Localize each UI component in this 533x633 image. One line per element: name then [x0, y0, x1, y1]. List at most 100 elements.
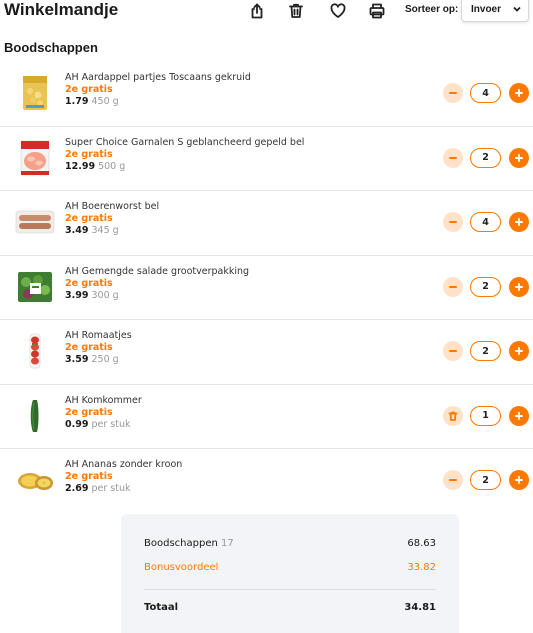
product-image[interactable] [14, 268, 56, 306]
quantity-stepper: 2 [443, 470, 531, 490]
sort-select-value: Invoer [471, 3, 502, 15]
plus-icon [515, 347, 523, 355]
summary-row-bonus: Bonusvoordeel 33.82 [144, 562, 436, 576]
minus-icon [449, 479, 457, 481]
summary-boodschappen-value: 68.63 [407, 538, 436, 549]
plus-icon [515, 89, 523, 97]
increase-button[interactable] [509, 470, 529, 490]
product-name[interactable]: AH Romaatjes [65, 330, 425, 342]
product-image[interactable] [14, 139, 56, 177]
quantity-input[interactable]: 4 [470, 83, 501, 103]
cart-item: AH Boerenworst bel 2e gratis 3.49 345 g … [0, 191, 533, 256]
quantity-stepper: 2 [443, 341, 531, 361]
sort-select[interactable]: Invoer [461, 0, 529, 22]
quantity-input[interactable]: 2 [470, 341, 501, 361]
trash-icon [448, 411, 458, 421]
decrease-button[interactable] [443, 212, 463, 232]
remove-item-button[interactable] [443, 405, 463, 426]
cart-item: AH Romaatjes 2e gratis 3.59 250 g 2 [0, 320, 533, 385]
summary-bonus-value: 33.82 [407, 562, 436, 573]
decrease-button[interactable] [443, 147, 463, 168]
promo-label: 2e gratis [65, 84, 113, 95]
cart-item: AH Gemengde salade grootverpakking 2e gr… [0, 256, 533, 320]
cart-item: AH Komkommer 2e gratis 0.99 per stuk 1 [0, 385, 533, 449]
product-image[interactable] [14, 461, 56, 499]
product-price: 1.79 [65, 96, 89, 107]
product-unit: 345 g [91, 225, 119, 236]
product-name[interactable]: AH Ananas zonder kroon [65, 459, 425, 471]
promo-label: 2e gratis [65, 148, 113, 160]
increase-button[interactable] [509, 83, 529, 103]
plus-icon [515, 218, 523, 226]
summary-bonus-label: Bonusvoordeel [144, 562, 219, 573]
promo-label: 2e gratis [65, 213, 113, 224]
product-unit: 250 g [91, 354, 119, 365]
summary-divider [144, 589, 436, 590]
product-unit: 450 g [91, 96, 119, 107]
plus-icon [515, 282, 523, 291]
quantity-input[interactable]: 4 [470, 212, 501, 232]
product-image[interactable] [14, 74, 56, 112]
quantity-stepper: 4 [443, 212, 531, 232]
section-title: Boodschappen [4, 40, 98, 55]
cart-item: AH Ananas zonder kroon 2e gratis 2.69 pe… [0, 449, 533, 514]
increase-button[interactable] [509, 341, 529, 361]
increase-button[interactable] [509, 405, 529, 426]
plus-icon [515, 153, 523, 162]
order-summary: Boodschappen 17 68.63 Bonusvoordeel 33.8… [121, 514, 459, 633]
summary-item-count: 17 [221, 538, 234, 549]
plus-icon [515, 476, 523, 484]
minus-icon [449, 156, 457, 159]
cart-item-list: AH Aardappel partjes Toscaans gekruid 2e… [0, 62, 533, 514]
summary-row-boodschappen: Boodschappen 17 68.63 [144, 538, 436, 552]
chevron-down-icon [512, 4, 522, 14]
header: Winkelmandje Sorteer op: Invoer [0, 0, 533, 24]
promo-label: 2e gratis [65, 471, 113, 482]
product-name[interactable]: Super Choice Garnalen S geblancheerd gep… [65, 137, 425, 149]
print-icon[interactable] [368, 2, 386, 20]
decrease-button[interactable] [443, 276, 463, 297]
product-name[interactable]: AH Komkommer [65, 395, 425, 407]
product-image[interactable] [14, 203, 56, 241]
share-icon[interactable] [248, 2, 266, 20]
product-image[interactable] [14, 332, 56, 370]
product-name[interactable]: AH Gemengde salade grootverpakking [65, 266, 425, 278]
summary-boodschappen-label: Boodschappen [144, 538, 218, 549]
product-unit: 500 g [98, 160, 126, 172]
promo-label: 2e gratis [65, 277, 113, 289]
quantity-input[interactable]: 2 [470, 470, 501, 490]
product-image[interactable] [14, 397, 56, 435]
decrease-button[interactable] [443, 341, 463, 361]
product-name[interactable]: AH Aardappel partjes Toscaans gekruid [65, 72, 425, 84]
decrease-button[interactable] [443, 470, 463, 490]
quantity-stepper: 1 [443, 405, 531, 426]
product-price: 0.99 [65, 418, 89, 430]
product-name[interactable]: AH Boerenworst bel [65, 201, 425, 213]
trash-icon[interactable] [287, 2, 305, 20]
heart-icon[interactable] [329, 2, 347, 20]
plus-icon [515, 411, 523, 420]
product-price: 2.69 [65, 483, 89, 494]
minus-icon [449, 221, 457, 223]
product-price: 3.49 [65, 225, 89, 236]
minus-icon [449, 285, 457, 288]
decrease-button[interactable] [443, 83, 463, 103]
increase-button[interactable] [509, 147, 529, 168]
quantity-input[interactable]: 1 [470, 405, 501, 426]
quantity-input[interactable]: 2 [470, 147, 501, 168]
product-price: 12.99 [65, 160, 96, 172]
cart-item: AH Aardappel partjes Toscaans gekruid 2e… [0, 62, 533, 127]
cart-item: Super Choice Garnalen S geblancheerd gep… [0, 127, 533, 191]
page-title: Winkelmandje [4, 0, 119, 19]
product-price: 3.59 [65, 354, 89, 365]
product-unit: 300 g [91, 289, 119, 301]
increase-button[interactable] [509, 212, 529, 232]
quantity-input[interactable]: 2 [470, 276, 501, 297]
summary-row-total: Totaal 34.81 [144, 602, 436, 616]
promo-label: 2e gratis [65, 406, 113, 418]
increase-button[interactable] [509, 276, 529, 297]
quantity-stepper: 2 [443, 276, 531, 297]
product-unit: per stuk [91, 418, 131, 430]
quantity-stepper: 4 [443, 83, 531, 103]
promo-label: 2e gratis [65, 342, 113, 353]
